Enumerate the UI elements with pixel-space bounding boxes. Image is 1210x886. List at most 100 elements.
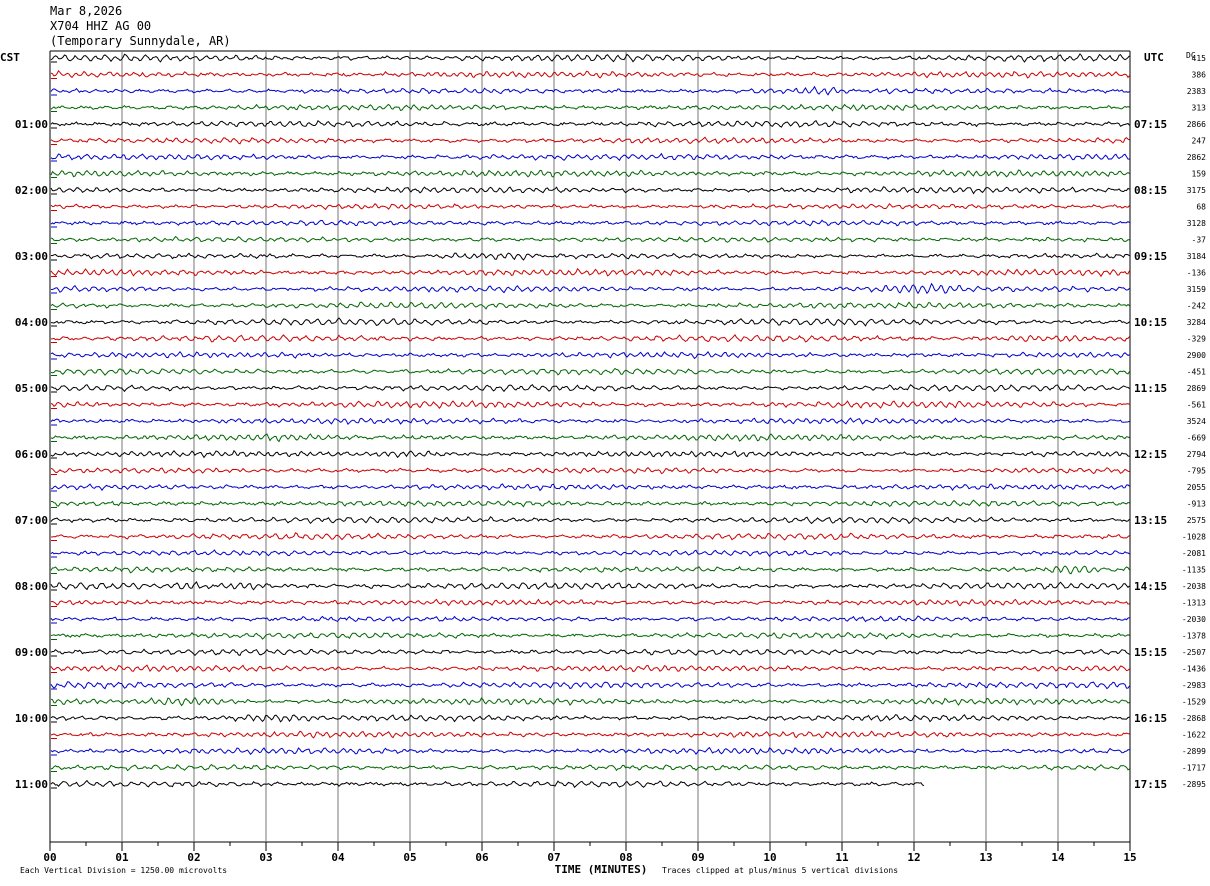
- trace-line: [50, 219, 1130, 227]
- trace-line: [50, 565, 1130, 575]
- utc-hour-label: 12:15: [1134, 448, 1167, 461]
- dc-value-label: -669: [1187, 434, 1206, 443]
- dc-value-label: -2507: [1182, 648, 1206, 657]
- footer-clip-note: Traces clipped at plus/minus 5 vertical …: [662, 866, 899, 875]
- trace-line: [50, 598, 1130, 607]
- dc-value-label: 386: [1192, 71, 1207, 80]
- trace-line: [50, 120, 1130, 128]
- dc-value-label: 159: [1192, 170, 1207, 179]
- utc-hour-label: 07:15: [1134, 118, 1167, 131]
- trace-line: [50, 85, 1130, 96]
- trace-line: [51, 282, 1130, 295]
- trace-line: [50, 53, 1130, 63]
- trace-line: [50, 317, 1130, 327]
- utc-hour-label: 14:15: [1134, 580, 1167, 593]
- utc-hour-label: 15:15: [1134, 646, 1167, 659]
- utc-hour-label: 13:15: [1134, 514, 1167, 527]
- dc-value-label: -1313: [1182, 599, 1206, 608]
- trace-line: [50, 696, 1130, 707]
- trace-line: [50, 69, 1130, 79]
- dc-value-label: 2575: [1187, 516, 1206, 525]
- trace-line: [50, 549, 1130, 557]
- trace-line: [50, 417, 1130, 426]
- x-axis-title: TIME (MINUTES): [555, 863, 648, 876]
- trace-line: [51, 499, 1130, 508]
- x-tick-label: 15: [1123, 851, 1136, 864]
- dc-value-label: -2038: [1182, 582, 1206, 591]
- trace-line: [50, 350, 1130, 360]
- cst-hour-label: 04:00: [15, 316, 48, 329]
- trace-line: [50, 136, 1130, 145]
- dc-value-label: -561: [1187, 401, 1206, 410]
- trace-line: [50, 664, 1130, 673]
- dc-value-label: 2383: [1187, 87, 1206, 96]
- x-tick-label: 04: [331, 851, 345, 864]
- seismogram-plot: 00 01 02 03 04 05 06 07 08 09 10 11 12 13 14 15TIME (MI…: [0, 50, 1207, 876]
- dc-value-label: -1378: [1182, 632, 1206, 641]
- trace-line: [50, 746, 1130, 755]
- dc-value-label: 2869: [1187, 384, 1206, 393]
- dc-value-label: -2868: [1182, 714, 1206, 723]
- trace-line: [50, 186, 1130, 195]
- trace-line: [50, 103, 1130, 112]
- x-tick-label: 06: [475, 851, 489, 864]
- dc-value-label: -795: [1187, 467, 1206, 476]
- trace-line: [50, 334, 1130, 343]
- dc-value-label: 247: [1192, 137, 1207, 146]
- dc-value-label: -1717: [1182, 764, 1206, 773]
- x-tick-label: 05: [403, 851, 416, 864]
- trace-line: [50, 681, 1130, 690]
- x-tick-label: 13: [979, 851, 992, 864]
- trace-line: [50, 615, 1130, 623]
- cst-hour-label: 07:00: [15, 514, 48, 527]
- dc-value-label: 3284: [1187, 318, 1206, 327]
- trace-line: [50, 631, 1130, 640]
- x-tick-label: 11: [835, 851, 849, 864]
- trace-line: [50, 714, 1130, 723]
- dc-value-label: 2900: [1187, 351, 1206, 360]
- dc-value-label: 2862: [1187, 153, 1206, 162]
- x-tick-label: 01: [115, 851, 129, 864]
- x-tick-label: 02: [187, 851, 200, 864]
- x-tick-label: 03: [259, 851, 272, 864]
- dc-value-label: -1622: [1182, 731, 1206, 740]
- dc-value-label: 3524: [1187, 417, 1206, 426]
- utc-hour-label: 11:15: [1134, 382, 1167, 395]
- trace-line: [50, 433, 1130, 443]
- dc-value-label: 68: [1196, 203, 1206, 212]
- trace-line: [50, 252, 1130, 261]
- dc-value-label: -451: [1187, 368, 1206, 377]
- dc-value-label: 313: [1192, 104, 1207, 113]
- trace-line: [50, 235, 1130, 243]
- cst-hour-label: 10:00: [15, 712, 48, 725]
- trace-line: [50, 152, 1130, 162]
- trace-line: [50, 267, 1130, 278]
- dc-value-label: -913: [1187, 500, 1206, 509]
- right-axis-title: UTC: [1144, 51, 1164, 64]
- trace-line: [50, 467, 1130, 475]
- dc-value-label: -37: [1192, 236, 1207, 245]
- dc-value-label: -2081: [1182, 549, 1206, 558]
- left-axis-title: CST: [0, 51, 20, 64]
- dc-value-label: -2895: [1182, 780, 1206, 789]
- dc-value-label: -2899: [1182, 747, 1206, 756]
- trace-line: [50, 400, 1130, 410]
- cst-hour-label: 08:00: [15, 580, 48, 593]
- cst-hour-label: 03:00: [15, 250, 48, 263]
- dc-value-label: 3159: [1187, 285, 1206, 294]
- dc-value-label: -242: [1187, 302, 1206, 311]
- dc-value-label: 2866: [1187, 120, 1206, 129]
- x-tick-label: 10: [763, 851, 776, 864]
- trace-line: [50, 384, 1130, 393]
- dc-value-label: 2794: [1187, 450, 1206, 459]
- trace-line: [50, 301, 1130, 310]
- trace-line: [50, 483, 1130, 492]
- x-tick-label: 12: [907, 851, 920, 864]
- trace-line: [50, 367, 1130, 376]
- trace-line: [50, 202, 1130, 211]
- trace-line: [50, 169, 1130, 178]
- utc-hour-label: 10:15: [1134, 316, 1167, 329]
- dc-value-label: -1529: [1182, 698, 1206, 707]
- dc-value-label: -1135: [1182, 566, 1206, 575]
- x-tick-label: 09: [691, 851, 704, 864]
